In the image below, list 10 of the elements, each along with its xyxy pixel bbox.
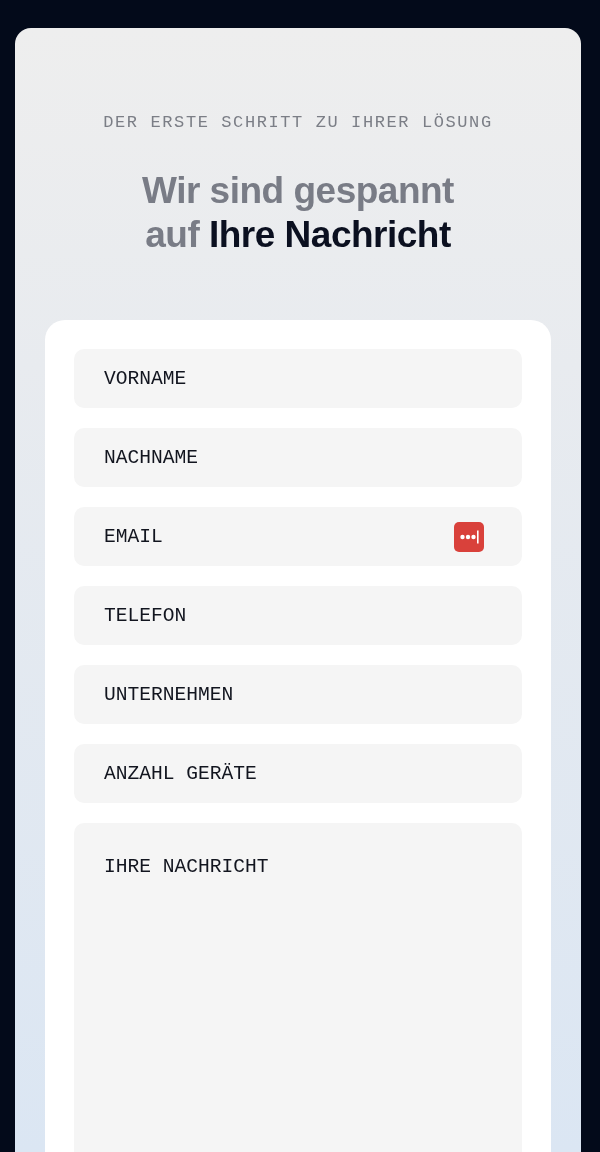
dots-icon[interactable] xyxy=(454,521,484,552)
heading: Wir sind gespannt auf Ihre Nachricht xyxy=(142,169,454,257)
input-field[interactable]: ANZAHL GERÄTE xyxy=(74,744,522,803)
eyebrow-text: DER ERSTE SCHRITT ZU IHRER LÖSUNG xyxy=(102,112,494,134)
input-field[interactable]: EMAIL xyxy=(74,507,522,566)
input-field[interactable]: TELEFON xyxy=(74,586,522,645)
input-field[interactable]: UNTERNEHMEN xyxy=(74,665,522,724)
message-field[interactable]: IHRE NACHRICHT xyxy=(74,823,522,1152)
input-field[interactable]: VORNAME xyxy=(74,349,522,408)
input-field[interactable]: NACHNAME xyxy=(74,428,522,487)
